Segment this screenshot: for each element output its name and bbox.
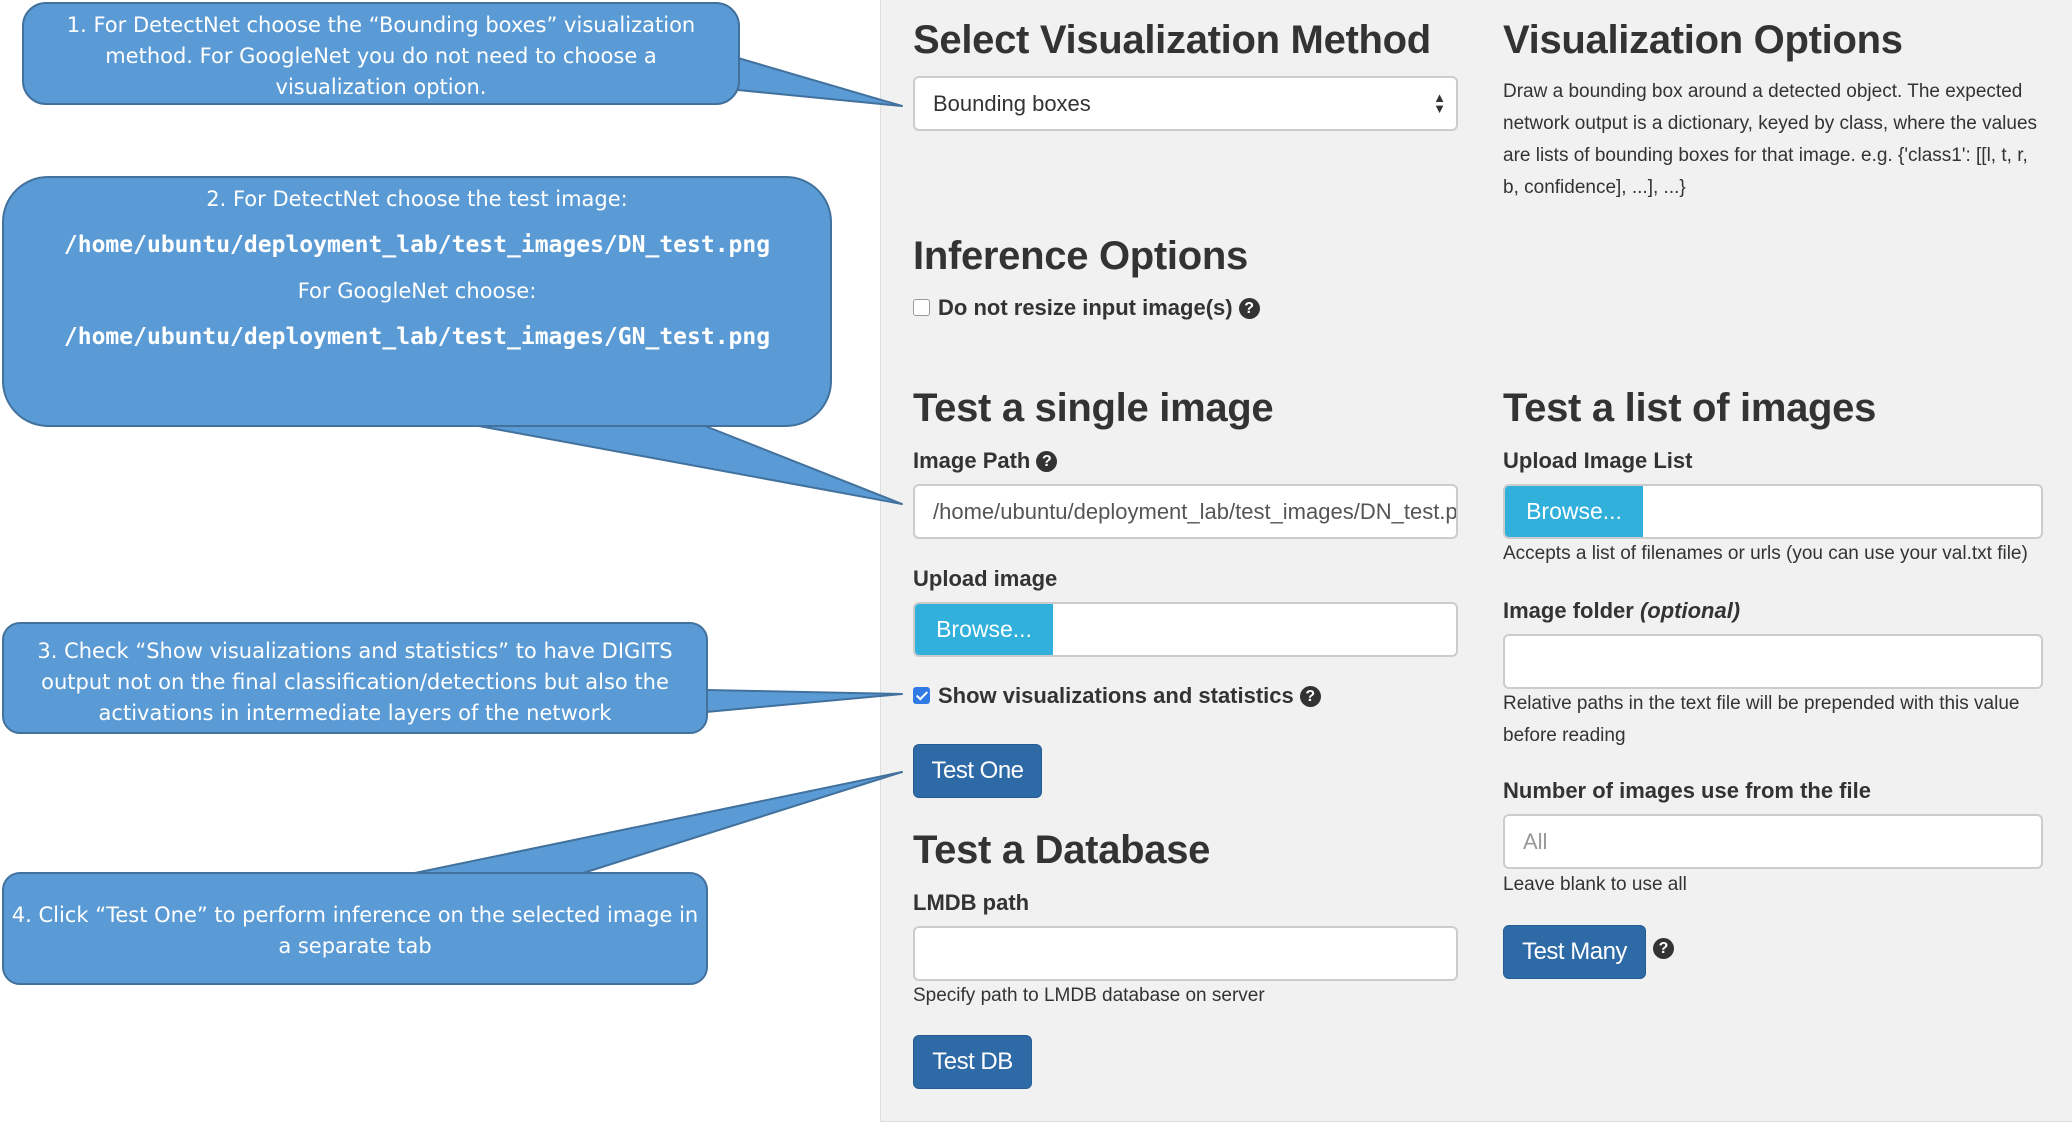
callout-1-pointer (737, 57, 903, 107)
callout-4: 4. Click “Test One” to perform inference… (2, 872, 708, 985)
callout-3: 3. Check “Show visualizations and statis… (2, 622, 708, 734)
callout-4-pointer (409, 771, 903, 875)
callout-2-pointer (467, 423, 903, 505)
callout-3-pointer (705, 689, 903, 713)
callout-1: 1. For DetectNet choose the “Bounding bo… (22, 2, 740, 105)
callout-2: 2. For DetectNet choose the test image: … (2, 176, 832, 427)
